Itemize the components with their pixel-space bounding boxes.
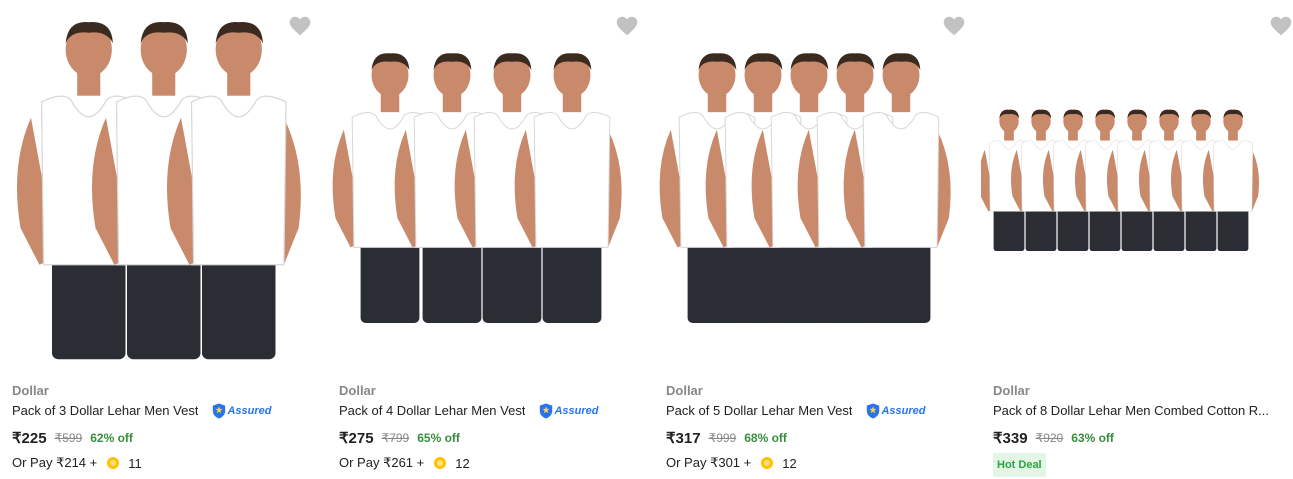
product-image[interactable] <box>327 0 647 360</box>
supercoin-icon <box>761 457 774 469</box>
discount-label: 65% off <box>417 431 460 445</box>
supercoin-icon <box>107 457 120 469</box>
wishlist-heart-icon[interactable] <box>614 13 640 39</box>
product-photo <box>981 109 1260 251</box>
shield-icon <box>213 403 226 419</box>
original-price: ₹999 <box>708 431 737 445</box>
product-brand: Dollar <box>666 383 703 398</box>
product-title[interactable]: Pack of 3 Dollar Lehar Men Vest <box>12 402 198 420</box>
product-info: Dollar Pack of 5 Dollar Lehar Men Vest A… <box>666 383 966 473</box>
product-card[interactable]: Dollar Pack of 8 Dollar Lehar Men Combed… <box>981 0 1293 479</box>
assured-label: Assured <box>227 405 272 417</box>
hot-deal-badge: Hot Deal <box>993 453 1046 477</box>
wishlist-heart-icon[interactable] <box>1268 13 1293 39</box>
supercoin-icon <box>434 457 447 469</box>
product-title[interactable]: Pack of 4 Dollar Lehar Men Vest <box>339 402 525 420</box>
product-image[interactable] <box>981 0 1293 360</box>
shield-icon <box>540 403 553 419</box>
discount-label: 68% off <box>744 431 787 445</box>
assured-badge: Assured <box>539 402 598 420</box>
shield-icon <box>867 403 880 419</box>
assured-badge: Assured <box>212 402 271 420</box>
selling-price: ₹275 <box>339 430 374 447</box>
original-price: ₹799 <box>381 431 410 445</box>
product-image[interactable] <box>0 0 320 360</box>
selling-price: ₹339 <box>993 430 1028 447</box>
product-info: Dollar Pack of 3 Dollar Lehar Men Vest A… <box>12 383 312 473</box>
product-photo <box>659 53 951 323</box>
assured-label: Assured <box>554 405 599 417</box>
product-info: Dollar Pack of 4 Dollar Lehar Men Vest A… <box>339 383 639 473</box>
product-card[interactable]: Dollar Pack of 3 Dollar Lehar Men Vest A… <box>0 0 327 479</box>
pay-with-coins-text: Or Pay ₹261 + <box>339 455 425 470</box>
wishlist-heart-icon[interactable] <box>287 13 313 39</box>
pay-with-coins-text: Or Pay ₹214 + <box>12 455 98 470</box>
selling-price: ₹225 <box>12 430 47 447</box>
selling-price: ₹317 <box>666 430 701 447</box>
original-price: ₹920 <box>1035 431 1064 445</box>
product-card[interactable]: Dollar Pack of 4 Dollar Lehar Men Vest A… <box>327 0 654 479</box>
discount-label: 63% off <box>1071 431 1114 445</box>
product-photo <box>16 22 301 360</box>
product-brand: Dollar <box>339 383 376 398</box>
product-card[interactable]: Dollar Pack of 5 Dollar Lehar Men Vest A… <box>654 0 981 479</box>
coin-count: 12 <box>782 455 797 471</box>
product-photo <box>332 53 622 323</box>
coin-count: 11 <box>128 455 142 471</box>
product-grid: Dollar Pack of 3 Dollar Lehar Men Vest A… <box>0 0 1293 479</box>
product-title[interactable]: Pack of 5 Dollar Lehar Men Vest <box>666 402 852 420</box>
wishlist-heart-icon[interactable] <box>941 13 967 39</box>
pay-with-coins-text: Or Pay ₹301 + <box>666 455 752 470</box>
coin-count: 12 <box>455 455 470 471</box>
assured-badge: Assured <box>866 402 925 420</box>
original-price: ₹599 <box>54 431 83 445</box>
product-brand: Dollar <box>993 383 1030 398</box>
discount-label: 62% off <box>90 431 133 445</box>
product-image[interactable] <box>654 0 974 360</box>
product-brand: Dollar <box>12 383 49 398</box>
product-info: Dollar Pack of 8 Dollar Lehar Men Combed… <box>993 383 1293 477</box>
product-title[interactable]: Pack of 8 Dollar Lehar Men Combed Cotton… <box>993 402 1269 420</box>
assured-label: Assured <box>881 405 926 417</box>
